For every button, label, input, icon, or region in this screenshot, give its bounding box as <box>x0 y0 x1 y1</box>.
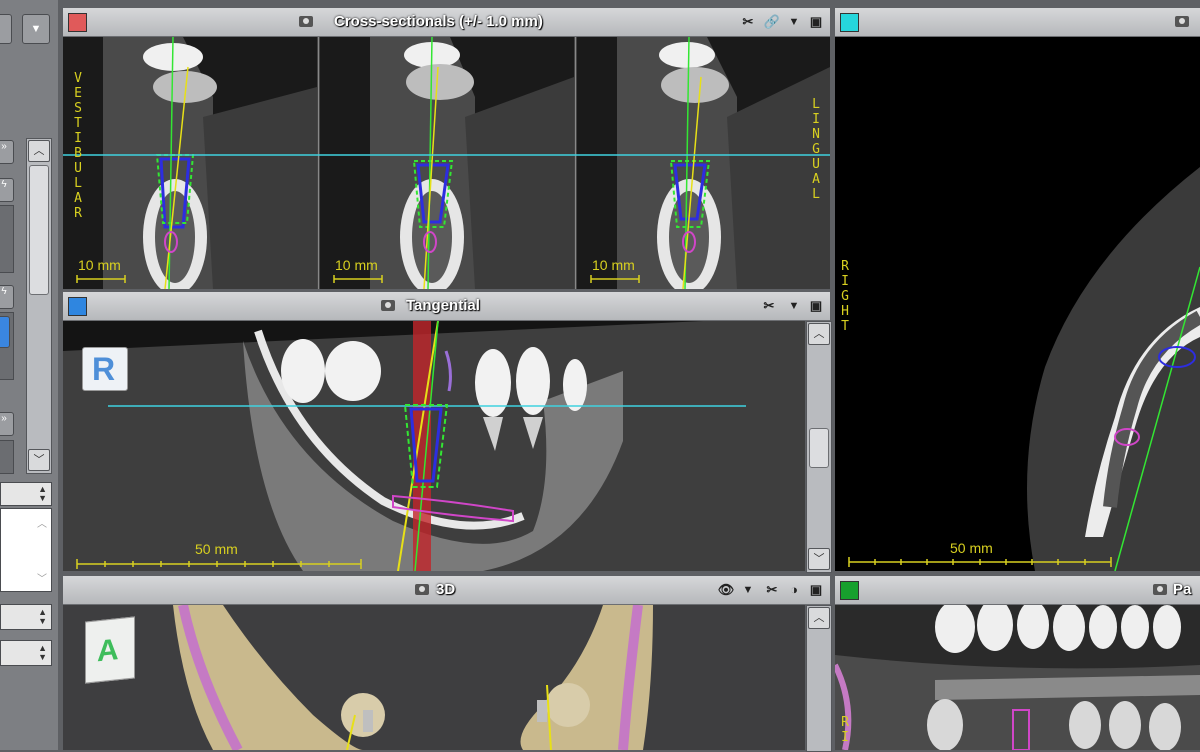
scroll-down-button[interactable]: ﹀ <box>28 449 50 471</box>
tools-icon[interactable]: ✂ <box>760 297 778 315</box>
three-d-render <box>63 605 805 750</box>
panel-title: Tangential <box>406 297 480 314</box>
slice-2 <box>320 37 574 289</box>
toggle-icon[interactable]: ◑ <box>785 581 803 599</box>
three-d-titlebar: 3D 👁 ▼ ✂ ◑ ▣ <box>63 576 830 605</box>
scale-label: 10 mm <box>592 257 635 273</box>
slice-3 <box>577 37 830 289</box>
side-label-vestibular: VESTIBULAR <box>74 71 82 221</box>
cross-sectionals-titlebar: Cross-sectionals (+/- 1.0 mm) ✂ 🔗 ▼ ▣ <box>63 8 830 37</box>
tool-group-1 <box>0 205 14 273</box>
view-color-swatch[interactable] <box>68 297 87 316</box>
camera-icon[interactable] <box>299 16 313 27</box>
eye-icon[interactable]: 👁 <box>717 581 735 599</box>
tools-icon[interactable]: ✂ <box>763 581 781 599</box>
left-scrollbar[interactable]: ︿ ﹀ <box>26 138 52 474</box>
panoramic-scan <box>835 605 1200 750</box>
cross-sectionals-scans <box>63 37 830 289</box>
tool-group-3 <box>0 440 14 474</box>
spin-field-1[interactable]: ▲ ▼ <box>0 482 52 506</box>
maximize-icon[interactable]: ▣ <box>807 13 825 31</box>
three-d-scrollbar[interactable]: ︿ <box>806 605 832 752</box>
cross-sectionals-viewport[interactable]: 10 mm 10 mm 10 mm VESTIBULAR LINGUAL <box>63 37 830 289</box>
panel-title: Cross-sectionals (+/- 1.0 mm) <box>334 13 543 30</box>
panoramic-viewport[interactable]: RI <box>835 605 1200 750</box>
collapse-icon[interactable]: » <box>0 140 14 164</box>
camera-icon[interactable] <box>1175 16 1189 27</box>
orientation-cube[interactable]: A <box>85 616 135 684</box>
dropdown-arrow-icon[interactable]: ▼ <box>739 581 757 599</box>
panoramic-titlebar: Pa <box>835 576 1200 605</box>
camera-icon[interactable] <box>415 584 429 595</box>
side-label-lingual: LINGUAL <box>812 97 820 202</box>
scroll-up-button[interactable]: ︿ <box>808 323 830 345</box>
side-label-right: RI <box>841 715 849 745</box>
scale-label: 50 mm <box>950 540 993 556</box>
orientation-letter: R <box>92 351 116 387</box>
lightning-icon[interactable]: ϟ <box>0 178 14 202</box>
view-color-swatch[interactable] <box>840 13 859 32</box>
active-tool-button[interactable] <box>0 316 10 348</box>
list-view-button[interactable] <box>0 14 12 44</box>
dropdown-arrow-icon[interactable]: ▼ <box>785 13 803 31</box>
scale-label: 10 mm <box>78 257 121 273</box>
tools-icon[interactable]: ✂ <box>739 13 757 31</box>
camera-icon[interactable] <box>381 300 395 311</box>
spin-field-2[interactable]: ▲ ▼ <box>0 604 52 630</box>
panel-title: Pa <box>1173 581 1192 598</box>
axial-scan <box>835 37 1200 571</box>
maximize-icon[interactable]: ▣ <box>807 581 825 599</box>
camera-icon[interactable] <box>1153 584 1167 595</box>
dropdown-arrow-button[interactable]: ▼ <box>22 14 50 44</box>
orientation-cube[interactable]: R <box>82 347 128 391</box>
left-tool-strip: ▼ » ϟ ϟ » ︿ ﹀ ▲ ▼ ︿ ﹀ ▲ ▼ ▲ ▼ <box>0 0 58 750</box>
collapse-icon[interactable]: » <box>0 412 14 436</box>
view-color-swatch[interactable] <box>840 581 859 600</box>
orientation-letter: A <box>97 633 119 669</box>
text-area[interactable]: ︿ ﹀ <box>0 508 52 592</box>
three-d-viewport[interactable]: A <box>63 605 805 750</box>
scroll-down-button[interactable]: ﹀ <box>808 548 830 570</box>
axial-viewport[interactable]: RIGHT 50 mm <box>835 37 1200 571</box>
panel-title: 3D <box>436 581 456 598</box>
scroll-up-button[interactable]: ︿ <box>808 607 830 629</box>
scale-label: 10 mm <box>335 257 378 273</box>
side-label-right: RIGHT <box>841 259 849 334</box>
axial-titlebar <box>835 8 1200 37</box>
slice-1 <box>63 37 317 289</box>
tangential-scrollbar[interactable]: ︿ ﹀ <box>806 321 832 573</box>
dropdown-arrow-icon[interactable]: ▼ <box>785 297 803 315</box>
scroll-thumb[interactable] <box>29 165 49 295</box>
scroll-thumb[interactable] <box>809 428 829 468</box>
maximize-icon[interactable]: ▣ <box>807 297 825 315</box>
view-color-swatch[interactable] <box>68 13 87 32</box>
spin-field-3[interactable]: ▲ ▼ <box>0 640 52 666</box>
tangential-viewport[interactable]: R 50 mm <box>63 321 805 571</box>
tangential-scan <box>63 321 805 571</box>
scroll-up-button[interactable]: ︿ <box>28 140 50 162</box>
scale-label: 50 mm <box>195 541 238 557</box>
lightning-icon[interactable]: ϟ <box>0 285 14 309</box>
tangential-titlebar: Tangential ✂ ▼ ▣ <box>63 292 830 321</box>
link-icon[interactable]: 🔗 <box>763 13 781 31</box>
